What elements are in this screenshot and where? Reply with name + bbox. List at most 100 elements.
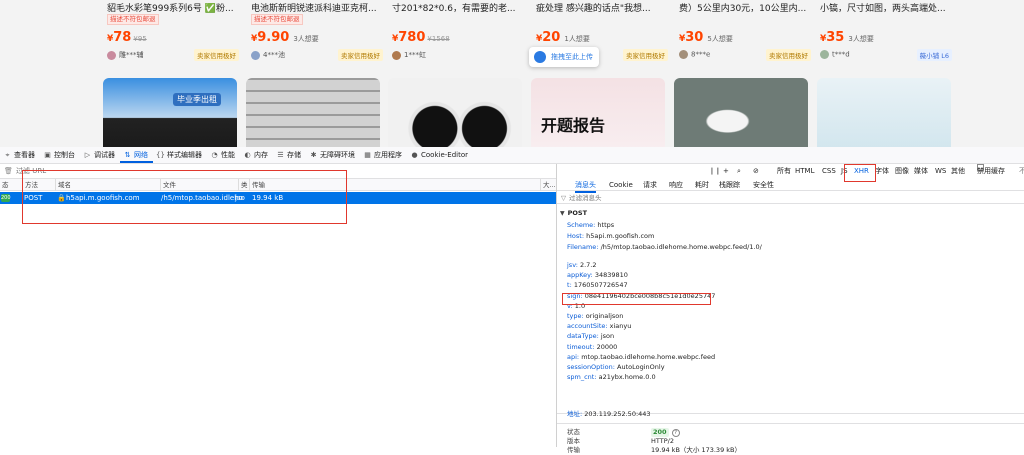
product-card[interactable]: 貂毛水彩笔999系列6号 ✅粉... 描述不符包邮退 ¥78 ¥95 雕***辅 卖家信用… <box>107 0 241 66</box>
product-title: 费）5公里内30元，10公里内... <box>679 4 807 14</box>
filter-button-图像[interactable]: 图像 <box>895 164 909 179</box>
tab-icon: ▦ <box>364 151 371 159</box>
product-price: ¥78 ¥95 <box>107 30 147 45</box>
product-thumbnail[interactable] <box>388 78 522 147</box>
query-param-line: jsv: 2.7.2 <box>567 261 597 269</box>
col-status[interactable]: 态 <box>0 179 9 191</box>
query-param-line: timeout: 20000 <box>567 342 618 351</box>
tab-icon: ☰ <box>277 151 284 159</box>
devtools-tab[interactable]: ⌖ 查看器 <box>0 147 40 163</box>
detail-tab[interactable]: 栈跟踪 <box>719 179 740 191</box>
tab-label: 应用程序 <box>374 151 402 159</box>
tab-label: 调试器 <box>94 151 115 159</box>
tab-icon: {} <box>156 151 165 159</box>
seller-name: 4***池 <box>263 51 285 59</box>
product-price: ¥20 1人想要 <box>536 30 590 45</box>
product-card[interactable]: 小镐，尺寸如图，两头高端处... ¥35 3人想要 t***d 薇小铺 L6 <box>820 0 954 66</box>
detail-tab[interactable]: 消息头 <box>575 179 596 193</box>
add-icon[interactable]: + <box>723 164 729 179</box>
want-count: 1人想要 <box>564 35 590 43</box>
post-section-toggle[interactable]: ▼ POST <box>560 209 587 218</box>
devtools-tab[interactable]: ◐ 内存 <box>240 147 273 163</box>
detail-tab[interactable]: Cookie <box>609 179 633 191</box>
product-thumbnail[interactable] <box>817 78 951 147</box>
devtools-tab[interactable]: ✱ 无障碍环境 <box>306 147 360 163</box>
filter-button-其他[interactable]: 其他 <box>951 164 965 179</box>
detail-tab[interactable]: 耗时 <box>695 179 709 191</box>
seller-badge: 薇小铺 L6 <box>916 49 952 61</box>
product-card[interactable]: 电池斯新明锐速派科迪亚克柯... 描述不符包邮退 ¥9.90 3人想要 4***池 卖家信… <box>251 0 385 66</box>
seller-info[interactable]: 1***虹 <box>392 50 426 60</box>
want-count: 3人想要 <box>848 35 874 43</box>
product-thumbnail[interactable]: 毕业季出租 <box>103 78 237 147</box>
product-thumbnail[interactable] <box>246 78 380 147</box>
seller-info[interactable]: 雕***辅 <box>107 50 144 60</box>
product-card[interactable]: 寸201*82*0.6，有需要的老... ¥780 ¥1568 1***虹 <box>392 0 526 66</box>
product-price: ¥780 ¥1568 <box>392 30 450 45</box>
devtools-tab[interactable]: ▦ 应用程序 <box>360 147 407 163</box>
tab-label: 网络 <box>134 151 148 159</box>
query-param-line: appKey: 34839810 <box>567 271 628 280</box>
detail-tab[interactable]: 响应 <box>669 179 683 191</box>
trash-icon[interactable]: 🗑 <box>4 164 13 179</box>
url-part-line: Host: h5api.m.goofish.com <box>567 232 655 240</box>
drag-upload-tooltip[interactable]: 拖拽至此上传 <box>529 47 599 67</box>
return-policy-tag: 描述不符包邮退 <box>251 14 303 25</box>
detail-tab[interactable]: 请求 <box>643 179 657 191</box>
tab-icon: ✱ <box>310 151 317 159</box>
seller-info[interactable]: t***d <box>820 50 850 59</box>
filter-button-字体[interactable]: 字体 <box>875 164 889 179</box>
query-param-line: dataType: json <box>567 332 615 341</box>
seller-badge: 卖家信用极好 <box>766 49 811 61</box>
thumbnail-caption: 毕业季出租 <box>173 93 221 106</box>
query-param-line: sessionOption: AutoLoginOnly <box>567 363 665 371</box>
product-feed: 貂毛水彩笔999系列6号 ✅粉... 描述不符包邮退 ¥78 ¥95 雕***辅 卖家信用… <box>0 0 1024 147</box>
filter-button-html[interactable]: HTML <box>795 164 814 179</box>
original-price: ¥95 <box>133 35 147 43</box>
filter-button-ws[interactable]: WS <box>935 164 946 179</box>
avatar <box>107 50 116 60</box>
tab-icon: ▷ <box>84 151 91 159</box>
tab-label: 控制台 <box>54 151 75 159</box>
collapse-arrow-icon: ▼ <box>560 210 565 217</box>
query-param-line: api: mtop.taobao.idlehome.home.webpc.fee… <box>567 352 716 361</box>
col-size[interactable]: 大... <box>540 179 556 191</box>
devtools-tab[interactable]: ▷ 调试器 <box>80 147 120 163</box>
query-param-line: accountSite: xianyu <box>567 322 632 331</box>
search-icon[interactable]: ⌕ <box>737 164 741 179</box>
want-count: 3人想要 <box>293 35 319 43</box>
devtools-tab[interactable]: ◔ 性能 <box>207 147 240 163</box>
seller-name: 8***e <box>691 50 711 59</box>
detail-tab-bar: 消息头 Cookie 请求 响应 耗时 栈跟踪 安全性 <box>557 179 1024 193</box>
request-list-pane: 🗑 过滤 URL 态 方法 域名 文件 类 传输 大... 200 POST 🔒… <box>0 164 556 447</box>
pause-icon[interactable]: ❙❙ <box>709 164 721 179</box>
filter-button-所有[interactable]: 所有 <box>777 164 791 179</box>
devtools-tab[interactable]: ● Cookie-Editor <box>407 147 473 163</box>
seller-info[interactable]: 4***池 <box>251 50 285 60</box>
devtools-tab[interactable]: ☰ 存储 <box>273 147 306 163</box>
header-filter-input[interactable]: 过滤消息头 <box>569 192 602 204</box>
tab-icon: ⌖ <box>5 151 10 159</box>
product-thumbnail[interactable] <box>674 78 808 147</box>
devtools-tab[interactable]: ▣ 控制台 <box>40 147 80 163</box>
product-card[interactable]: 费）5公里内30元，10公里内... ¥30 5人想要 8***e 卖家信用极好 <box>679 0 813 66</box>
filter-button-css[interactable]: CSS <box>822 164 836 179</box>
want-count: 5人想要 <box>707 35 733 43</box>
detail-tab[interactable]: 安全性 <box>753 179 774 191</box>
product-title: 貂毛水彩笔999系列6号 ✅粉... <box>107 4 234 14</box>
devtools-tab[interactable]: ⇅ 网络 <box>120 147 153 163</box>
devtools-tab[interactable]: {} 样式编辑器 <box>153 147 207 163</box>
network-toolbar: ❙❙ + ⌕ ⊘ 所有 HTML CSS JS XHR 字体 图像 媒体 WS 其他 禁用缓存 不 <box>557 164 1024 179</box>
filter-button-媒体[interactable]: 媒体 <box>914 164 928 179</box>
block-icon[interactable]: ⊘ <box>753 164 759 179</box>
query-param-line: t: 1760507726547 <box>567 281 628 290</box>
annotation-box-sign <box>562 293 711 305</box>
product-price: ¥35 3人想要 <box>820 30 874 45</box>
annotation-box-request <box>22 170 347 224</box>
help-icon[interactable]: ? <box>671 429 680 437</box>
upload-icon <box>534 51 546 63</box>
seller-info[interactable]: 8***e <box>679 50 710 59</box>
product-thumbnail[interactable]: 开题报告 <box>531 78 665 147</box>
seller-badge: 卖家信用极好 <box>338 49 383 61</box>
avatar <box>251 50 260 60</box>
